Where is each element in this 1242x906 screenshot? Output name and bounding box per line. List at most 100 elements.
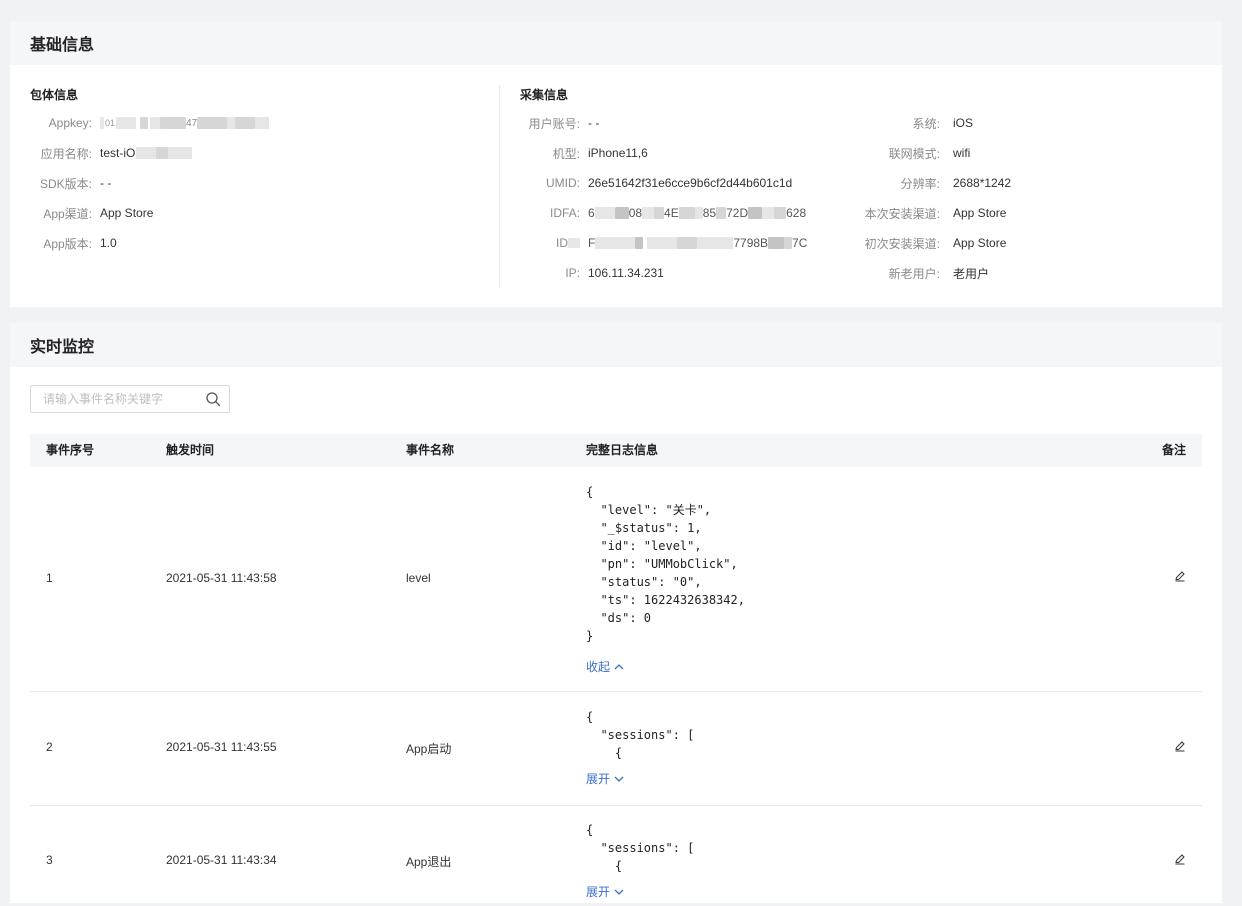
- package-row-app-name: 应用名称: test-iO: [30, 143, 193, 163]
- idfv-value-redacted: F 7798B 7C: [588, 236, 808, 250]
- column-header-remark: 备注: [1162, 443, 1187, 457]
- collect-row-idfa: IDFA: 6 08 4E 85 72D 628: [510, 203, 806, 223]
- collect-label: 分辨率:: [900, 176, 940, 191]
- umid-value: 26e51642f31e6cce9b6cf2d44b601c1d: [588, 176, 793, 190]
- column-header-log: 完整日志信息: [586, 443, 659, 457]
- collect-label: 联网模式:: [888, 146, 940, 161]
- package-row-sdk-version: SDK版本: - -: [30, 173, 111, 193]
- app-name-redaction: [136, 147, 157, 159]
- package-label: Appkey:: [48, 116, 92, 130]
- system-value: iOS: [953, 116, 974, 130]
- event-index: 1: [46, 571, 53, 585]
- log-toggle-label: 收起: [586, 660, 611, 674]
- monitor-title: 实时监控: [30, 339, 95, 356]
- package-row-appkey: Appkey: 01 47: [30, 113, 270, 133]
- event-log-json: { "level": "关卡", "_$status": 1, "id": "l…: [586, 485, 745, 643]
- ip-value: 106.11.34.231: [588, 266, 664, 280]
- event-search-box[interactable]: [30, 385, 230, 413]
- event-log-json: { "sessions": [ {: [586, 823, 695, 873]
- app-name-redaction: [156, 147, 169, 159]
- collect-row-first-install-channel: 初次安装渠道: App Store: [840, 233, 1007, 253]
- collect-label: 初次安装渠道:: [864, 236, 940, 251]
- collect-row-system: 系统: iOS: [840, 113, 973, 133]
- basic-info-body: 包体信息 Appkey: 01 47 应用名称: test-iO SDK版本: …: [10, 65, 1222, 307]
- collect-label: IP:: [565, 266, 580, 280]
- app-name-value: test-iO: [100, 146, 136, 160]
- collect-row-resolution: 分辨率: 2688*1242: [840, 173, 1011, 193]
- collect-label: 用户账号:: [528, 116, 580, 131]
- package-label: 应用名称:: [40, 146, 92, 161]
- basic-info-title: 基础信息: [30, 37, 95, 54]
- network-value: wifi: [953, 146, 971, 160]
- package-row-app-version: App版本: 1.0: [30, 233, 117, 253]
- collect-label: 本次安装渠道:: [864, 206, 940, 221]
- package-row-app-channel: App渠道: App Store: [30, 203, 153, 223]
- event-index: 2: [46, 740, 53, 754]
- package-label: App渠道:: [43, 206, 92, 221]
- event-name: App启动: [406, 742, 452, 756]
- column-header-time: 触发时间: [166, 443, 215, 457]
- chevron-up-icon: [614, 663, 624, 669]
- table-row: 3 2021-05-31 11:43:34 App退出 { "sessions"…: [30, 806, 1202, 906]
- event-search-input[interactable]: [43, 392, 205, 406]
- edit-remark-icon[interactable]: [1174, 570, 1186, 582]
- basic-info-header: 基础信息: [10, 21, 1222, 65]
- log-expand-toggle[interactable]: 展开: [586, 883, 624, 900]
- collect-row-network: 联网模式: wifi: [840, 143, 971, 163]
- log-expand-toggle[interactable]: 展开: [586, 770, 624, 787]
- collect-label: UMID:: [546, 176, 580, 190]
- event-table-header: 事件序号 触发时间 事件名称 完整日志信息 备注: [30, 434, 1202, 467]
- collect-label: 新老用户:: [888, 266, 940, 281]
- idfa-value-redacted: 6 08 4E 85 72D 628: [588, 206, 807, 220]
- appkey-value-redacted: 01 47: [100, 117, 270, 129]
- install-channel-value: App Store: [953, 206, 1007, 220]
- collect-row-model: 机型: iPhone11,6: [510, 143, 648, 163]
- collect-label: IDFA:: [549, 206, 580, 220]
- app-channel-value: App Store: [100, 206, 154, 220]
- column-header-name: 事件名称: [406, 443, 455, 457]
- package-label: App版本:: [43, 236, 92, 251]
- collect-row-install-channel: 本次安装渠道: App Store: [840, 203, 1007, 223]
- table-row: 1 2021-05-31 11:43:58 level { "level": "…: [30, 467, 1202, 692]
- collect-row-umid: UMID: 26e51642f31e6cce9b6cf2d44b601c1d: [510, 173, 792, 193]
- search-icon[interactable]: [205, 391, 221, 407]
- idfv-label-text: ID: [556, 236, 568, 250]
- collect-label: 系统:: [912, 116, 940, 131]
- first-install-channel-value: App Store: [953, 236, 1007, 250]
- column-header-index: 事件序号: [46, 443, 95, 457]
- basic-info-card: 基础信息 包体信息 Appkey: 01 47 应用名称: test-iO SD…: [10, 21, 1222, 307]
- log-collapse-toggle[interactable]: 收起: [586, 658, 624, 675]
- collect-label: 机型:: [552, 146, 580, 161]
- collect-row-ip: IP: 106.11.34.231: [510, 263, 664, 283]
- package-label: SDK版本:: [39, 176, 92, 191]
- user-account-value: - -: [588, 116, 600, 130]
- collect-label: ID: [510, 236, 580, 250]
- monitor-header: 实时监控: [10, 323, 1222, 367]
- event-time: 2021-05-31 11:43:58: [166, 571, 277, 585]
- resolution-value: 2688*1242: [953, 176, 1012, 190]
- event-log-json: { "sessions": [ {: [586, 710, 695, 760]
- chevron-down-icon: [614, 889, 624, 895]
- edit-remark-icon[interactable]: [1174, 853, 1186, 865]
- collect-row-user-account: 用户账号: - -: [510, 113, 600, 133]
- app-version-value: 1.0: [100, 236, 117, 250]
- user-type-value: 老用户: [953, 266, 990, 281]
- chevron-down-icon: [614, 776, 624, 782]
- info-divider: [499, 85, 500, 288]
- log-toggle-label: 展开: [586, 885, 611, 899]
- collect-row-idfv: ID F 7798B 7C: [510, 233, 807, 253]
- event-index: 3: [46, 853, 53, 867]
- monitor-card: 实时监控 事件序号 触发时间 事件名称 完整日志信息 备注 1 2021-05-…: [10, 323, 1222, 903]
- event-name: level: [406, 571, 431, 585]
- event-time: 2021-05-31 11:43:34: [166, 853, 277, 867]
- model-value: iPhone11,6: [588, 146, 648, 160]
- sdk-version-value: - -: [100, 176, 112, 190]
- table-row: 2 2021-05-31 11:43:55 App启动 { "sessions"…: [30, 693, 1202, 806]
- event-time: 2021-05-31 11:43:55: [166, 740, 277, 754]
- collect-row-user-type: 新老用户: 老用户: [840, 263, 989, 283]
- collect-info-title: 采集信息: [520, 88, 569, 102]
- event-name: App退出: [406, 855, 452, 869]
- log-toggle-label: 展开: [586, 772, 611, 786]
- package-info-title: 包体信息: [30, 88, 79, 102]
- edit-remark-icon[interactable]: [1174, 740, 1186, 752]
